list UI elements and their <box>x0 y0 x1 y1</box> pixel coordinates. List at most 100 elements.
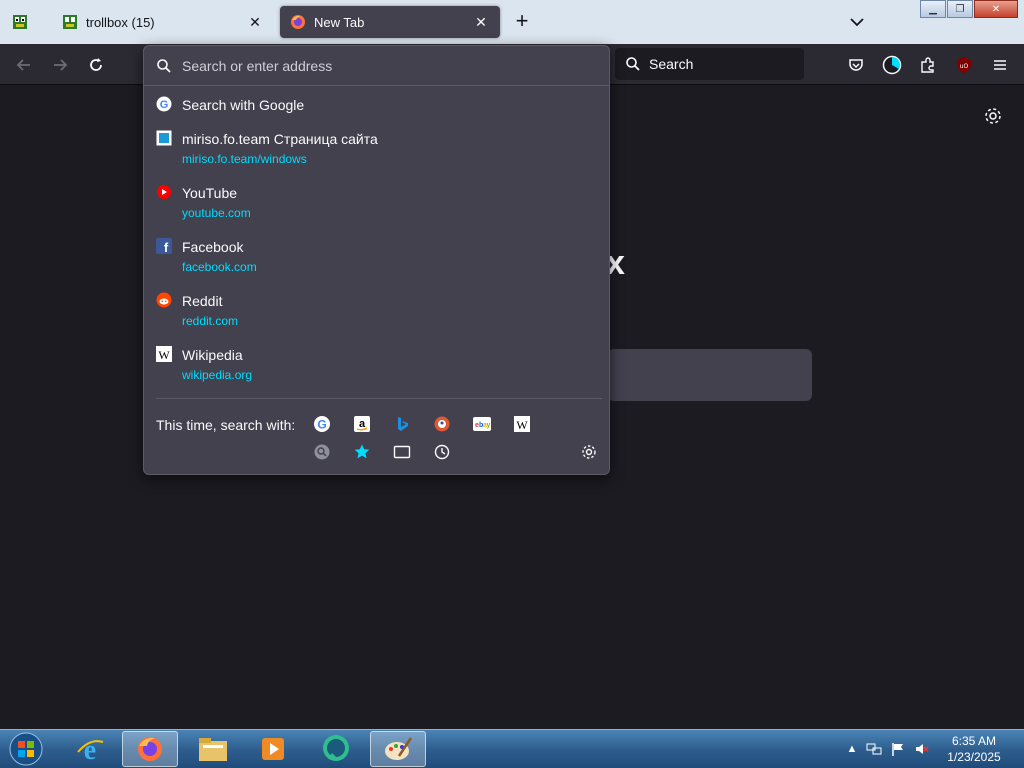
history-icon[interactable] <box>432 442 452 462</box>
google-icon[interactable]: G <box>312 414 332 434</box>
forward-button[interactable] <box>48 53 72 77</box>
svg-text:W: W <box>516 418 528 432</box>
google-icon: G <box>156 96 172 112</box>
result-url: facebook.com <box>182 260 257 274</box>
newtab-settings-button[interactable] <box>982 105 1004 127</box>
paint-icon <box>385 737 413 760</box>
gear-icon <box>985 108 1001 124</box>
search-icon <box>626 57 640 71</box>
new-tab-button[interactable]: + <box>510 10 534 34</box>
tab-title: New Tab <box>314 14 365 30</box>
pocket-icon <box>849 59 863 71</box>
search-tabs-icon[interactable] <box>312 442 332 462</box>
urlbar-popup: G Search with Google miriso.fo.team Стра… <box>143 45 610 475</box>
search-bar-placeholder: Search <box>649 56 694 72</box>
result-youtube[interactable]: YouTube youtube.com <box>144 182 609 236</box>
pinned-tab[interactable] <box>6 8 34 36</box>
taskbar-media-player[interactable] <box>245 731 301 767</box>
tab-strip: trollbox (15) ✕ New Tab ✕ + ▁ ❐ ✕ <box>0 0 1024 44</box>
taskbar-paint[interactable] <box>370 731 426 767</box>
urlbar-input[interactable] <box>182 57 582 74</box>
amazon-icon[interactable]: a <box>352 414 372 434</box>
tab-new-tab[interactable]: New Tab ✕ <box>280 6 500 38</box>
result-wikipedia[interactable]: W Wikipedia wikipedia.org <box>144 344 609 398</box>
reload-button[interactable] <box>84 53 108 77</box>
urlbar-results: G Search with Google miriso.fo.team Стра… <box>144 94 609 398</box>
site-icon <box>156 130 172 146</box>
minimize-button[interactable]: ▁ <box>920 0 946 18</box>
result-title: Wikipedia <box>182 347 243 363</box>
start-button[interactable] <box>6 731 46 767</box>
network-icon[interactable] <box>866 741 882 757</box>
result-url: miriso.fo.team/windows <box>182 152 307 166</box>
taskbar-file-explorer[interactable] <box>185 731 241 767</box>
tabs-icon[interactable] <box>392 442 412 462</box>
result-url: reddit.com <box>182 314 239 328</box>
wikipedia-icon[interactable]: W <box>512 414 532 434</box>
wikipedia-icon: W <box>156 346 172 362</box>
svg-text:a: a <box>359 418 366 430</box>
menu-button[interactable] <box>988 53 1012 77</box>
search-settings-button[interactable] <box>579 442 599 462</box>
result-title: Reddit <box>182 293 223 309</box>
taskbar-chat-app[interactable] <box>308 731 364 767</box>
divider <box>156 398 602 399</box>
result-title: miriso.fo.team Страница сайта <box>182 131 378 147</box>
search-icon <box>157 58 171 73</box>
window-controls: ▁ ❐ ✕ <box>919 0 1018 18</box>
close-window-button[interactable]: ✕ <box>974 0 1018 18</box>
result-search-google[interactable]: G Search with Google <box>144 94 609 128</box>
account-button[interactable] <box>880 53 904 77</box>
windows-taskbar: e ▲ 6:35 AM 1/23/2025 <box>0 729 1024 768</box>
bookmarks-star-icon[interactable] <box>352 442 372 462</box>
gear-icon <box>582 445 596 459</box>
taskbar-internet-explorer[interactable]: e <box>62 731 118 767</box>
tab-trollbox[interactable]: trollbox (15) ✕ <box>52 6 274 38</box>
hamburger-menu-icon <box>994 60 1006 70</box>
svg-text:e: e <box>84 735 96 764</box>
ublock-origin-icon: uO <box>957 57 971 73</box>
back-arrow-icon <box>16 59 30 71</box>
back-button[interactable] <box>12 53 36 77</box>
extensions-button[interactable] <box>916 53 940 77</box>
ublock-button[interactable]: uO <box>952 53 976 77</box>
result-miriso[interactable]: miriso.fo.team Страница сайта miriso.fo.… <box>144 128 609 182</box>
facebook-icon: f <box>156 238 172 254</box>
result-facebook[interactable]: f Facebook facebook.com <box>144 236 609 290</box>
internet-explorer-icon: e <box>77 735 104 764</box>
restore-button[interactable]: ❐ <box>947 0 973 18</box>
taskbar-firefox[interactable] <box>122 731 178 767</box>
reload-icon <box>90 58 102 71</box>
show-hidden-icons-button[interactable]: ▲ <box>844 741 860 757</box>
urlbar[interactable] <box>144 46 609 86</box>
close-tab-icon[interactable]: ✕ <box>246 13 264 31</box>
trollbox-icon <box>62 14 78 30</box>
pocket-button[interactable] <box>844 53 868 77</box>
system-clock[interactable]: 6:35 AM 1/23/2025 <box>938 733 1010 765</box>
list-all-tabs-button[interactable] <box>846 12 868 32</box>
svg-text:y: y <box>487 422 491 429</box>
action-center-flag-icon[interactable] <box>890 741 906 757</box>
close-tab-icon[interactable]: ✕ <box>472 13 490 31</box>
result-title: Facebook <box>182 239 244 255</box>
duckduckgo-icon[interactable] <box>432 414 452 434</box>
trollbox-icon <box>13 15 27 29</box>
one-off-label: This time, search with: <box>156 417 296 433</box>
svg-text:W: W <box>158 348 170 362</box>
result-reddit[interactable]: Reddit reddit.com <box>144 290 609 344</box>
ebay-icon[interactable]: ebay <box>472 414 492 434</box>
firefox-icon <box>138 737 162 761</box>
reddit-icon <box>156 292 172 308</box>
clock-date: 1/23/2025 <box>947 750 1001 764</box>
result-url: youtube.com <box>182 206 251 220</box>
search-bar[interactable]: Search <box>615 48 804 80</box>
svg-text:uO: uO <box>960 63 969 70</box>
windows-logo-icon <box>9 732 43 766</box>
page-search-box[interactable] <box>608 349 812 401</box>
result-url: wikipedia.org <box>182 368 253 382</box>
media-player-icon <box>262 738 284 760</box>
youtube-icon <box>156 184 172 200</box>
volume-muted-icon[interactable] <box>914 741 930 757</box>
bing-icon[interactable] <box>392 414 412 434</box>
svg-text:G: G <box>160 99 169 111</box>
